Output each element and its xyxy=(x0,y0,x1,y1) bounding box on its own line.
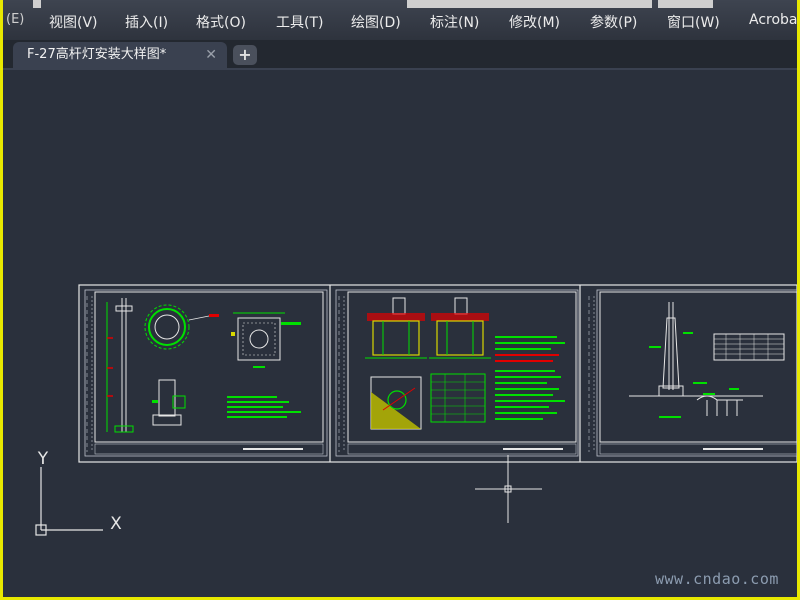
menu-item-acrobat[interactable]: Acrobat xyxy=(749,12,797,28)
ucs-y-label: Y xyxy=(37,449,49,469)
menu-bar-highlight xyxy=(658,0,713,8)
sheet-3[interactable] xyxy=(588,289,797,457)
ucs-x-label: X xyxy=(110,514,122,534)
crosshair-cursor-icon xyxy=(475,455,542,523)
menu-item-format[interactable]: 格式(O) xyxy=(196,12,246,32)
drawing-canvas[interactable]: Y X xyxy=(3,70,797,597)
ucs-icon xyxy=(35,467,103,536)
menu-bar-highlight xyxy=(33,0,41,8)
autocad-window: (E) 视图(V) 插入(I) 格式(O) 工具(T) 绘图(D) 标注(N) … xyxy=(3,0,797,597)
tab-document-title: F-27高杆灯安装大样图* xyxy=(27,47,167,62)
menu-item-draw[interactable]: 绘图(D) xyxy=(351,12,401,32)
close-icon[interactable]: ✕ xyxy=(205,42,217,68)
menu-bar: (E) 视图(V) 插入(I) 格式(O) 工具(T) 绘图(D) 标注(N) … xyxy=(3,0,797,40)
menu-item-modify[interactable]: 修改(M) xyxy=(509,12,560,32)
menu-item-tools[interactable]: 工具(T) xyxy=(276,12,323,32)
menu-item-edit[interactable]: (E) xyxy=(6,12,24,27)
sheet-2[interactable] xyxy=(335,289,579,457)
watermark: www.cndao.com xyxy=(655,570,779,588)
menu-item-parameter[interactable]: 参数(P) xyxy=(590,12,637,32)
tab-document[interactable]: F-27高杆灯安装大样图* ✕ xyxy=(13,42,227,68)
menu-item-dimension[interactable]: 标注(N) xyxy=(430,12,479,32)
document-tab-bar: F-27高杆灯安装大样图* ✕ + xyxy=(3,40,797,70)
plus-icon[interactable]: + xyxy=(233,45,257,65)
menu-item-window[interactable]: 窗口(W) xyxy=(667,12,720,32)
menu-item-view[interactable]: 视图(V) xyxy=(49,12,98,32)
sheet-1[interactable] xyxy=(84,289,328,457)
menu-bar-highlight xyxy=(407,0,652,8)
menu-item-insert[interactable]: 插入(I) xyxy=(125,12,168,32)
